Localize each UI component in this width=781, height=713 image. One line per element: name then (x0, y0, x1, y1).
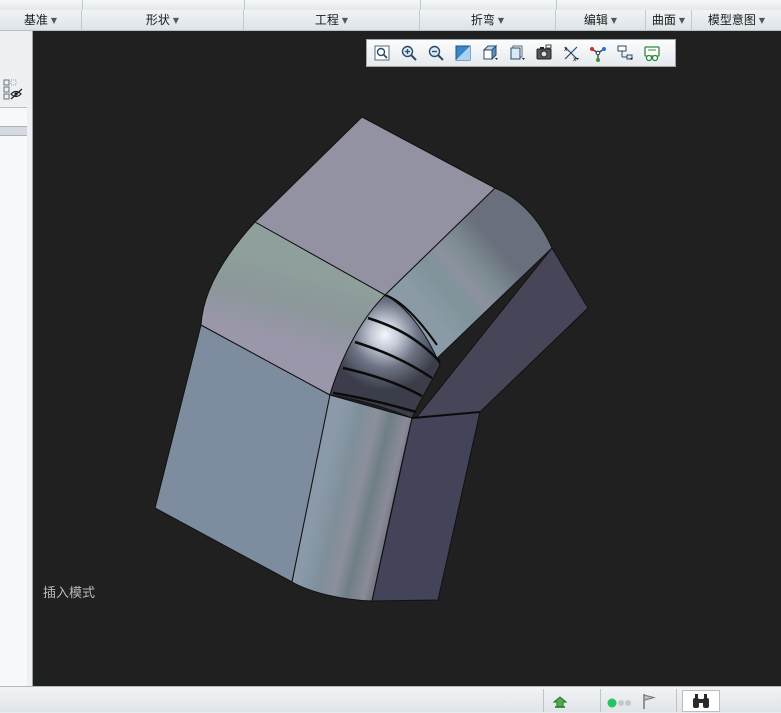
group-datum[interactable]: 基准 ▼ (0, 10, 82, 30)
view-normal-button[interactable] (640, 42, 664, 64)
display-style-button[interactable] (478, 42, 502, 64)
chevron-down-icon: ▼ (758, 16, 766, 25)
chevron-down-icon: ▼ (678, 16, 686, 25)
binoculars-icon (693, 694, 709, 708)
group-label: 基准 (23, 13, 48, 27)
group-model-intent[interactable]: 模型意图 ▼ (692, 10, 781, 30)
group-label: 模型意图 (707, 13, 756, 27)
model-tree-content (0, 107, 27, 688)
graphics-window[interactable]: xx 插入模式 (33, 31, 781, 686)
view-manager-button[interactable] (532, 42, 556, 64)
strip-separator (244, 0, 245, 10)
zoom-out-button[interactable] (424, 42, 448, 64)
panel-tab-strip[interactable] (0, 126, 27, 136)
strip-separator (556, 0, 557, 10)
group-editing[interactable]: 编辑 ▼ (556, 10, 646, 30)
spin-center-button[interactable] (586, 42, 610, 64)
ribbon-group-bar: 基准 ▼ 形状 ▼ 工程 ▼ 折弯 ▼ 编辑 ▼ 曲面 ▼ 模型意图 ▼ (0, 10, 781, 31)
chevron-down-icon: ▼ (172, 16, 180, 25)
chevron-down-icon: ▼ (341, 16, 349, 25)
status-separator (543, 689, 544, 712)
sheetmetal-elbow-model[interactable] (33, 31, 781, 686)
annotation-display-button[interactable] (613, 42, 637, 64)
tree-filter-icon[interactable] (3, 78, 25, 102)
regenerate-icon[interactable] (551, 692, 569, 710)
view-normal-icon (644, 46, 660, 62)
chevron-down-icon: ▼ (610, 16, 618, 25)
find-button[interactable] (682, 690, 720, 712)
group-surfaces[interactable]: 曲面 ▼ (646, 10, 692, 30)
group-label: 工程 (314, 13, 339, 27)
insert-mode-label: 插入模式 (43, 586, 96, 601)
datum-display-icon: xx (564, 46, 579, 62)
datum-display-button[interactable]: xx (559, 42, 583, 64)
group-label: 形状 (145, 13, 170, 27)
status-bar (0, 686, 781, 712)
view-manager-icon (536, 44, 552, 60)
refit-button[interactable] (370, 42, 394, 64)
refit-icon (374, 45, 390, 61)
repaint-button[interactable] (451, 42, 475, 64)
group-label: 曲面 (651, 13, 676, 27)
svg-text:x: x (564, 46, 568, 53)
group-label: 折弯 (470, 13, 495, 27)
strip-separator (420, 0, 421, 10)
zoom-in-button[interactable] (397, 42, 421, 64)
zoom-in-icon (401, 45, 417, 61)
status-separator (600, 689, 601, 712)
flag-icon[interactable] (640, 692, 658, 710)
display-style-icon (482, 44, 498, 61)
group-label: 编辑 (583, 13, 608, 27)
group-bend[interactable]: 折弯 ▼ (420, 10, 556, 30)
status-light-icon (606, 692, 634, 710)
model-tree-panel (0, 31, 33, 688)
chevron-down-icon: ▼ (50, 16, 58, 25)
strip-separator (82, 0, 83, 10)
repaint-icon (455, 45, 471, 61)
zoom-out-icon (428, 45, 444, 61)
saved-views-icon (510, 45, 525, 60)
view-toolbar: xx (366, 39, 676, 67)
status-separator (676, 689, 677, 712)
group-engineering[interactable]: 工程 ▼ (244, 10, 420, 30)
spin-center-icon (590, 47, 606, 62)
chevron-down-icon: ▼ (497, 16, 505, 25)
saved-views-button[interactable] (505, 42, 529, 64)
svg-text:x: x (573, 56, 577, 62)
group-shapes[interactable]: 形状 ▼ (82, 10, 244, 30)
annotation-display-icon (617, 45, 633, 60)
